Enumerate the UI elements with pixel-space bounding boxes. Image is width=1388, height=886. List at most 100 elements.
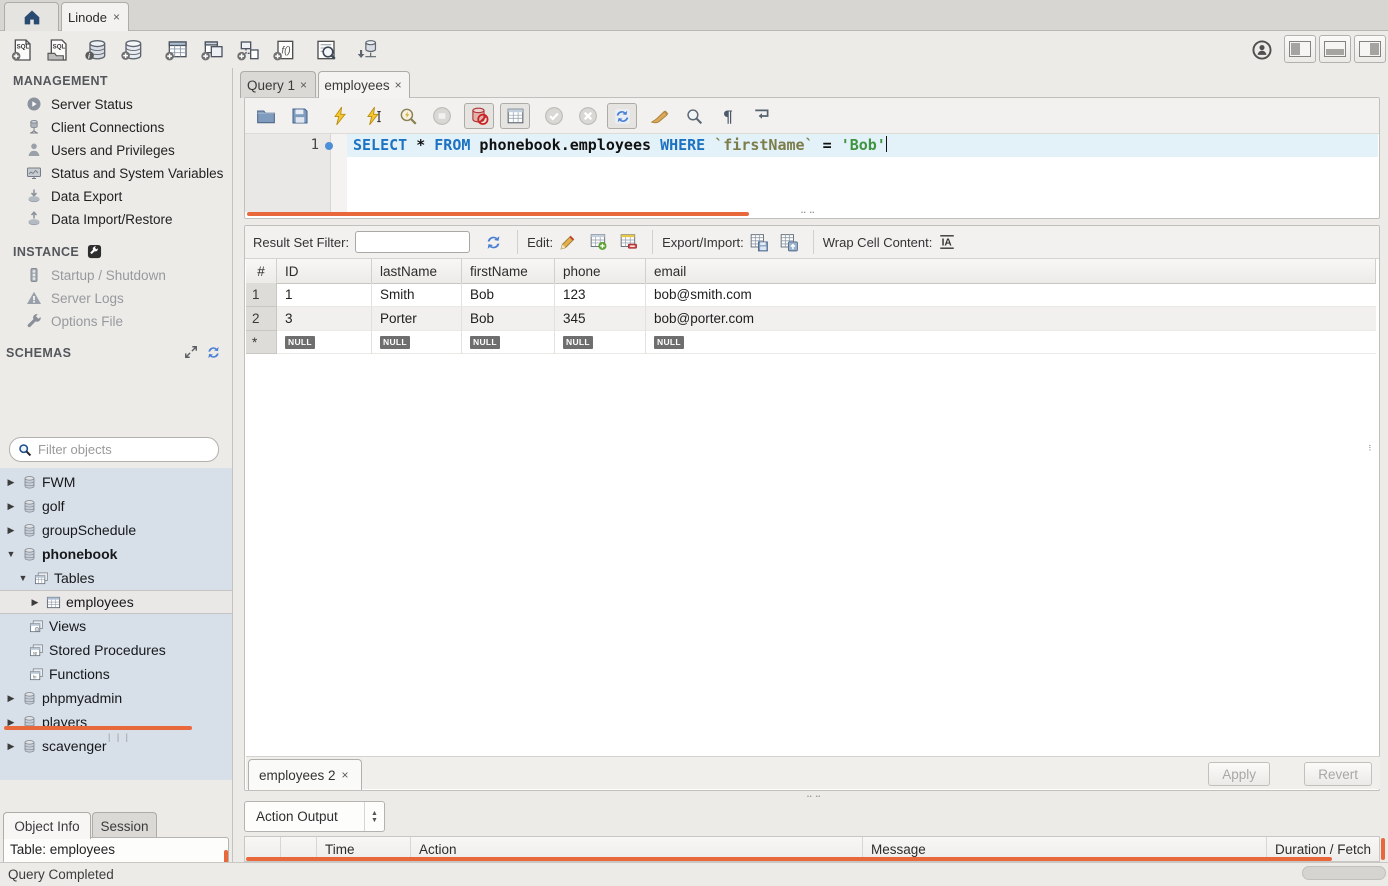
edit-cell-icon[interactable] [556,231,580,253]
create-view-icon[interactable] [198,36,226,64]
expander-icon[interactable]: ▶ [29,597,41,608]
tree-horizontal-scrollbar[interactable] [4,726,192,730]
tab-employees-2[interactable]: employees 2 × [248,759,362,790]
refresh-schemas-icon[interactable] [206,345,221,360]
col-header-rownum[interactable]: # [246,259,277,284]
toggle-left-sidebar-button[interactable] [1284,35,1316,63]
inspect-database-icon[interactable]: i [82,36,110,64]
sidebar-item-server-logs[interactable]: Server Logs [26,287,124,309]
col-header-lastname[interactable]: lastName [372,259,462,284]
cell-id[interactable]: 3 [277,307,372,331]
results-output-splitter-grip[interactable]: ⠒⠒ [806,792,823,803]
sql-code-area[interactable]: SELECT * FROM phonebook.employees WHERE … [347,134,1378,212]
save-script-icon[interactable] [287,104,313,128]
execute-query-icon[interactable] [327,104,353,128]
close-icon[interactable]: × [393,78,404,92]
tab-employees[interactable]: employees × [318,71,410,98]
col-header-firstname[interactable]: firstName [462,259,555,284]
tree-schema-groupschedule[interactable]: ▶ groupSchedule [0,518,232,542]
expand-schemas-icon[interactable] [184,345,198,359]
cell-phone[interactable]: 345 [555,307,646,331]
tree-folder-tables[interactable]: ▼ Tables [0,566,232,590]
find-icon[interactable] [681,104,707,128]
tree-schema-phonebook[interactable]: ▼ phonebook [0,542,232,566]
connection-info-icon[interactable] [1248,36,1276,64]
wrap-text-icon[interactable] [749,104,775,128]
explain-query-icon[interactable] [395,104,421,128]
toggle-right-sidebar-button[interactable] [1354,35,1386,63]
tree-folder-functions[interactable]: fn Functions [0,662,232,686]
tree-schema-players[interactable]: ▶ players [0,710,232,734]
expander-icon[interactable]: ▶ [5,741,17,752]
open-script-icon[interactable] [253,104,279,128]
expander-icon[interactable]: ▶ [5,693,17,704]
sidebar-item-system-variables[interactable]: Status and System Variables [26,162,223,184]
editor-results-splitter-grip[interactable]: ⠒⠒ [800,208,817,219]
export-recordset-icon[interactable] [747,231,771,253]
add-row-icon[interactable] [586,231,610,253]
execute-current-statement-icon[interactable] [361,104,387,128]
bottom-right-scrollbar-thumb[interactable] [1302,866,1386,880]
cell-phone[interactable]: 123 [555,283,646,307]
expander-icon[interactable]: ▼ [5,549,17,559]
connection-tab[interactable]: Linode × [61,2,129,31]
sidebar-item-data-import[interactable]: Data Import/Restore [26,208,173,230]
expander-icon[interactable]: ▶ [5,477,17,488]
invisible-characters-icon[interactable]: ¶ [715,104,741,128]
commit-icon[interactable] [541,104,567,128]
limit-rows-icon[interactable] [500,103,530,129]
create-table-icon[interactable] [162,36,190,64]
result-set-filter-input[interactable] [355,231,470,253]
revert-button[interactable]: Revert [1304,762,1372,786]
expander-icon[interactable]: ▶ [5,501,17,512]
action-output-vertical-scrollbar[interactable] [1381,838,1385,860]
tree-folder-stored-procedures[interactable]: sp Stored Procedures [0,638,232,662]
sidebar-item-options-file[interactable]: Options File [26,310,123,332]
sidebar-item-data-export[interactable]: Data Export [26,185,122,207]
expander-icon[interactable]: ▶ [5,525,17,536]
toggle-autocommit-icon[interactable] [607,103,637,129]
tree-table-employees[interactable]: ▶ employees [0,590,232,614]
tab-object-info[interactable]: Object Info [3,812,91,839]
col-header-email[interactable]: email [646,259,1376,284]
toggle-bottom-panel-button[interactable] [1319,35,1351,63]
tab-query-1[interactable]: Query 1 × [240,71,316,98]
cell-null[interactable]: NULL [555,331,646,354]
wrap-cell-content-icon[interactable]: IA [935,231,959,253]
cell-email[interactable]: bob@smith.com [646,283,1376,307]
row-number[interactable]: 2 [246,307,277,331]
cell-null[interactable]: NULL [277,331,372,354]
tree-schema-golf[interactable]: ▶ golf [0,494,232,518]
cell-lastname[interactable]: Porter [372,307,462,331]
create-schema-icon[interactable] [118,36,146,64]
close-icon[interactable]: × [298,78,309,92]
beautify-script-icon[interactable] [647,104,673,128]
open-sql-script-icon[interactable]: SQL [44,36,72,64]
sidebar-item-users-privileges[interactable]: Users and Privileges [26,139,175,161]
tab-session[interactable]: Session [92,812,157,839]
refresh-grid-icon[interactable] [481,231,505,253]
home-tab[interactable] [4,2,59,31]
tree-folder-views[interactable]: Views [0,614,232,638]
reconnect-dbms-icon[interactable] [354,36,382,64]
col-header-id[interactable]: ID [277,259,372,284]
action-output-horizontal-scrollbar[interactable] [246,857,1332,861]
cell-email[interactable]: bob@porter.com [646,307,1376,331]
stepper-arrows-icon[interactable]: ▲▼ [364,802,384,831]
rollback-icon[interactable] [575,104,601,128]
sidebar-item-client-connections[interactable]: Client Connections [26,116,164,138]
cell-null[interactable]: NULL [372,331,462,354]
close-icon[interactable]: × [111,10,122,24]
close-icon[interactable]: × [340,768,351,782]
cell-null[interactable]: NULL [462,331,555,354]
tree-schema-fwm[interactable]: ▶ FWM [0,470,232,494]
tree-schema-phpmyadmin[interactable]: ▶ phpmyadmin [0,686,232,710]
editor-horizontal-scrollbar[interactable] [247,212,749,216]
schema-filter-input[interactable] [38,442,214,457]
new-row-marker[interactable]: * [246,331,277,354]
create-procedure-icon[interactable] [234,36,262,64]
row-number[interactable]: 1 [246,283,277,307]
new-sql-tab-icon[interactable]: SQL [8,36,36,64]
sidebar-item-server-status[interactable]: Server Status [26,93,133,115]
import-records-icon[interactable] [777,231,801,253]
